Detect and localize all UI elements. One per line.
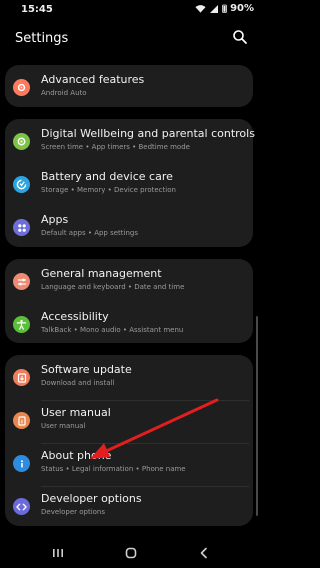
item-title: Accessibility	[41, 310, 109, 323]
settings-item-general-management[interactable]: General management Language and keyboard…	[5, 267, 253, 303]
item-title: Apps	[41, 213, 69, 226]
back-icon[interactable]	[197, 546, 211, 560]
settings-card-general: General management Language and keyboard…	[5, 259, 253, 343]
item-subtitle: Android Auto	[41, 89, 87, 97]
item-title: Software update	[41, 363, 132, 376]
page-title: Settings	[15, 31, 69, 46]
item-title: General management	[41, 267, 162, 280]
item-title: User manual	[41, 406, 111, 419]
item-title: Developer options	[41, 492, 142, 505]
item-subtitle: Developer options	[41, 508, 106, 516]
settings-item-about-phone[interactable]: About phone Status • Legal information •…	[5, 449, 253, 485]
divider	[41, 443, 249, 444]
item-subtitle: Default apps • App settings	[41, 229, 139, 237]
device-care-icon	[13, 176, 30, 193]
info-icon	[13, 455, 30, 472]
user-manual-icon: i	[13, 412, 30, 429]
settings-item-software-update[interactable]: Software update Download and install	[5, 363, 253, 399]
signal-icon	[210, 4, 219, 13]
settings-item-user-manual[interactable]: i User manual User manual	[5, 406, 253, 442]
home-icon[interactable]	[124, 546, 138, 560]
settings-item-apps[interactable]: Apps Default apps • App settings	[5, 213, 253, 249]
header: Settings	[0, 26, 262, 52]
status-indicators: 90%	[195, 3, 254, 14]
item-title: About phone	[41, 449, 112, 462]
search-icon[interactable]	[232, 29, 248, 45]
item-subtitle: Status • Legal information • Phone name	[41, 465, 186, 473]
settings-item-accessibility[interactable]: Accessibility TalkBack • Mono audio • As…	[5, 310, 253, 346]
settings-card-advanced: Advanced features Android Auto	[5, 65, 253, 107]
apps-icon	[13, 219, 30, 236]
wifi-icon	[195, 4, 206, 13]
accessibility-icon	[13, 316, 30, 333]
svg-text:i: i	[21, 419, 23, 425]
item-subtitle: User manual	[41, 422, 86, 430]
settings-item-advanced-features[interactable]: Advanced features Android Auto	[5, 73, 253, 109]
status-time: 15:45	[21, 4, 53, 15]
item-subtitle: Storage • Memory • Device protection	[41, 186, 176, 194]
settings-item-battery-device-care[interactable]: Battery and device care Storage • Memory…	[5, 170, 253, 206]
developer-icon	[13, 498, 30, 515]
navigation-bar	[0, 540, 262, 568]
battery-icon	[222, 4, 227, 13]
recents-icon[interactable]	[51, 546, 65, 560]
divider	[41, 486, 249, 487]
settings-card-about: Software update Download and install i U…	[5, 355, 253, 526]
item-title: Advanced features	[41, 73, 145, 86]
item-title: Battery and device care	[41, 170, 173, 183]
software-update-icon	[13, 369, 30, 386]
battery-percentage: 90%	[230, 3, 254, 14]
status-bar: 15:45 90%	[0, 0, 262, 20]
item-subtitle: Download and install	[41, 379, 115, 387]
settings-item-developer-options[interactable]: Developer options Developer options	[5, 492, 253, 528]
settings-card-device: Digital Wellbeing and parental controls …	[5, 119, 255, 249]
sliders-icon	[13, 273, 30, 290]
item-subtitle: Language and keyboard • Date and time	[41, 283, 185, 291]
scrollbar-thumb[interactable]	[256, 316, 258, 516]
star-gear-icon	[13, 79, 30, 96]
wellbeing-icon	[13, 133, 30, 150]
settings-item-digital-wellbeing[interactable]: Digital Wellbeing and parental controls …	[5, 127, 255, 163]
item-subtitle: Screen time • App timers • Bedtime mode	[41, 143, 190, 151]
divider	[41, 400, 249, 401]
item-subtitle: TalkBack • Mono audio • Assistant menu	[41, 326, 184, 334]
item-title: Digital Wellbeing and parental controls	[41, 127, 255, 140]
